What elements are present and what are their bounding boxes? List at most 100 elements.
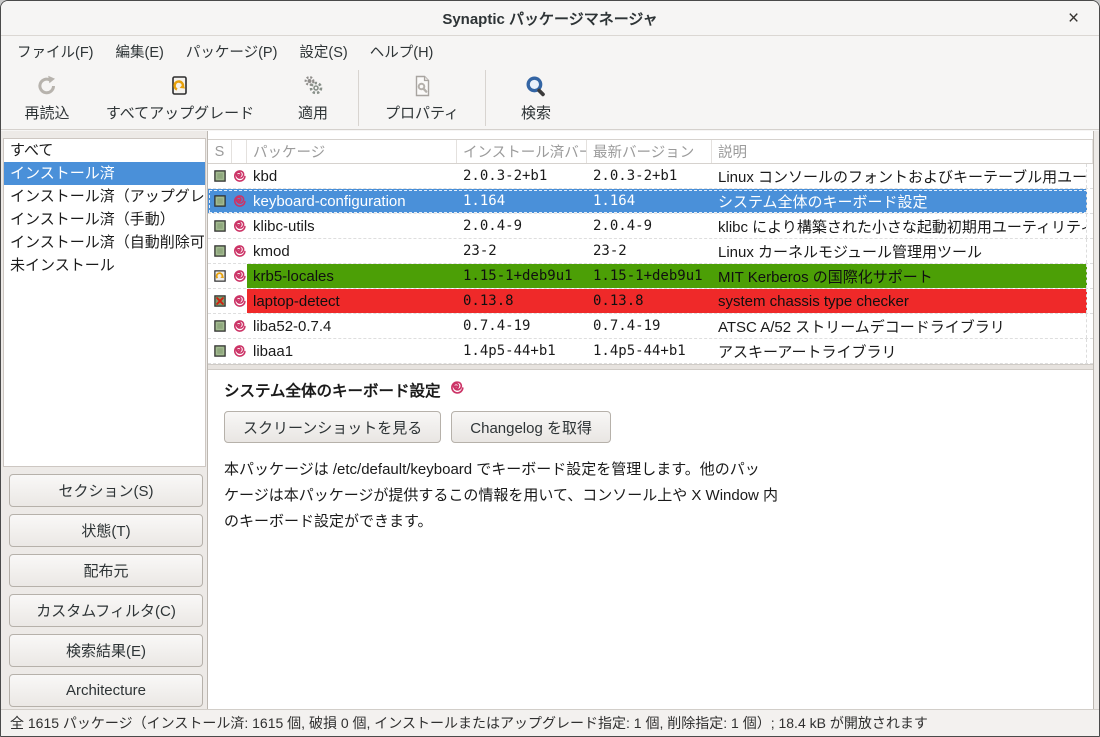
- status-installed-icon: [214, 194, 226, 208]
- package-description: MIT Kerberos の国際化サポート: [712, 264, 1087, 288]
- sidebar-buttons: セクション(S) 状態(T) 配布元カスタムフィルタ(C) 検索結果(E) Archit…: [9, 474, 203, 707]
- package-name: libaa1: [247, 339, 457, 363]
- package-icon-cell: [232, 189, 247, 213]
- status-cell: [208, 339, 232, 363]
- package-table-rows: kbd2.0.3-2+b12.0.3-2+b1Linux コンソールのフォントお…: [208, 164, 1093, 364]
- details-title-row: システム全体のキーボード設定: [224, 379, 1077, 401]
- package-row-liba52-0.7.4[interactable]: liba52-0.7.40.7.4-190.7.4-19ATSC A/52 スト…: [208, 314, 1093, 339]
- debian-swirl-icon: [233, 219, 247, 233]
- upgrade-all-button-label: すべてアップグレード: [106, 102, 254, 123]
- titlebar[interactable]: Synaptic パッケージマネージャ ×: [1, 1, 1099, 36]
- status-installed-icon: [214, 169, 226, 183]
- package-name: liba52-0.7.4: [247, 314, 457, 338]
- menu-edit[interactable]: 編集(E): [105, 36, 175, 66]
- status-installed-icon: [214, 244, 226, 258]
- toolbar: 再読込すべてアップグレード 適用 プロパティ検索: [1, 66, 1099, 130]
- upgrade-all-button[interactable]: すべてアップグレード: [91, 66, 269, 129]
- package-description: klibc により構築された小さな起動初期用ユーティリティ: [712, 214, 1087, 238]
- installed-version: 2.0.3-2+b1: [457, 164, 587, 188]
- filter-installed[interactable]: インストール済: [4, 162, 205, 185]
- col-installed-version[interactable]: インストール済バージョン: [457, 140, 587, 163]
- view-screenshot-button[interactable]: スクリーンショットを見る: [224, 411, 441, 443]
- installed-version: 2.0.4-9: [457, 214, 587, 238]
- package-row-kbd[interactable]: kbd2.0.3-2+b12.0.3-2+b1Linux コンソールのフォントお…: [208, 164, 1093, 189]
- menu-help[interactable]: ヘルプ(H): [359, 36, 445, 66]
- apply-button[interactable]: 適用: [269, 66, 357, 129]
- latest-version: 2.0.3-2+b1: [587, 164, 712, 188]
- upgrade-all-icon: [168, 74, 192, 98]
- status-cell: [208, 289, 232, 313]
- col-status[interactable]: S: [208, 140, 232, 163]
- package-description: アスキーアートライブラリ: [712, 339, 1087, 363]
- package-icon-cell: [232, 164, 247, 188]
- search-results-button[interactable]: 検索結果(E): [9, 634, 203, 667]
- filter-all[interactable]: すべて: [4, 139, 205, 162]
- menubar: ファイル(F)編集(E)パッケージ(P)設定(S)ヘルプ(H): [1, 36, 1099, 66]
- origin-button[interactable]: 配布元: [9, 554, 203, 587]
- debian-swirl-icon: [233, 344, 247, 358]
- status-remove-icon: [214, 294, 226, 308]
- menu-file[interactable]: ファイル(F): [6, 36, 105, 66]
- debian-swirl-icon: [233, 169, 247, 183]
- reload-icon: [35, 74, 59, 98]
- package-description: Linux コンソールのフォントおよびキーテーブル用ユーティリティ: [712, 164, 1087, 188]
- package-icon-cell: [232, 289, 247, 313]
- apply-button-label: 適用: [298, 102, 328, 123]
- latest-version: 1.4p5-44+b1: [587, 339, 712, 363]
- package-row-klibc-utils[interactable]: klibc-utils2.0.4-92.0.4-9klibc により構築された小…: [208, 214, 1093, 239]
- filter-installed-upgradable[interactable]: インストール済（アップグレード可）: [4, 185, 205, 208]
- status-installed-icon: [214, 344, 226, 358]
- architecture-button[interactable]: Architecture: [9, 674, 203, 707]
- details-description: 本パッケージは /etc/default/keyboard でキーボード設定を管…: [224, 457, 1077, 535]
- status-installed-icon: [214, 319, 226, 333]
- package-row-kmod[interactable]: kmod23-223-2Linux カーネルモジュール管理用ツール: [208, 239, 1093, 264]
- package-name: laptop-detect: [247, 289, 457, 313]
- filter-not-installed[interactable]: 未インストール: [4, 254, 205, 277]
- package-table-header: S パッケージインストール済バージョン最新バージョン説明: [208, 140, 1093, 164]
- description-line: 本パッケージは /etc/default/keyboard でキーボード設定を管…: [224, 457, 1077, 483]
- menu-settings[interactable]: 設定(S): [288, 36, 358, 66]
- debian-swirl-icon: [233, 244, 247, 258]
- debian-swirl-icon: [233, 194, 247, 208]
- status-upgrade-icon: [214, 269, 226, 283]
- reload-button[interactable]: 再読込: [3, 66, 91, 129]
- search-button[interactable]: 検索: [487, 66, 585, 129]
- status-installed-icon: [214, 219, 226, 233]
- col-package[interactable]: パッケージ: [247, 140, 457, 163]
- properties-button[interactable]: プロパティ: [360, 66, 484, 129]
- latest-version: 1.15-1+deb9u1: [587, 264, 712, 288]
- package-row-keyboard-configuration[interactable]: keyboard-configuration1.1641.164システム全体のキ…: [208, 189, 1093, 214]
- package-icon-cell: [232, 339, 247, 363]
- col-icon[interactable]: [232, 140, 247, 163]
- debian-swirl-icon: [233, 269, 247, 283]
- latest-version: 0.7.4-19: [587, 314, 712, 338]
- package-row-laptop-detect[interactable]: laptop-detect0.13.80.13.8system chassis …: [208, 289, 1093, 314]
- content: すべてインストール済インストール済（アップグレード可）インストール済（手動）イン…: [1, 131, 1099, 709]
- get-changelog-button[interactable]: Changelog を取得: [451, 411, 611, 443]
- apply-icon: [301, 74, 325, 98]
- filter-installed-autoremovable[interactable]: インストール済（自動削除可能）: [4, 231, 205, 254]
- package-name: kbd: [247, 164, 457, 188]
- custom-filters-button[interactable]: カスタムフィルタ(C): [9, 594, 203, 627]
- col-latest-version[interactable]: 最新バージョン: [587, 140, 712, 163]
- close-icon[interactable]: ×: [1060, 5, 1087, 32]
- package-name: krb5-locales: [247, 264, 457, 288]
- filter-installed-manual[interactable]: インストール済（手動）: [4, 208, 205, 231]
- search-button-label: 検索: [521, 102, 551, 123]
- col-description[interactable]: 説明: [712, 140, 1093, 163]
- installed-version: 0.13.8: [457, 289, 587, 313]
- debian-swirl-icon: [233, 319, 247, 333]
- details-title: システム全体のキーボード設定: [224, 379, 441, 401]
- latest-version: 1.164: [587, 189, 712, 213]
- package-row-krb5-locales[interactable]: krb5-locales1.15-1+deb9u11.15-1+deb9u1MI…: [208, 264, 1093, 289]
- description-line: のキーボード設定ができます。: [224, 509, 1077, 535]
- package-description: システム全体のキーボード設定: [712, 189, 1087, 213]
- search-icon: [524, 74, 549, 99]
- package-row-libaa1[interactable]: libaa11.4p5-44+b11.4p5-44+b1アスキーアートライブラリ: [208, 339, 1093, 364]
- sections-button[interactable]: セクション(S): [9, 474, 203, 507]
- status-bar: 全 1615 パッケージ（インストール済: 1615 個, 破損 0 個, イン…: [1, 709, 1099, 736]
- menu-package[interactable]: パッケージ(P): [175, 36, 289, 66]
- status-button[interactable]: 状態(T): [9, 514, 203, 547]
- package-name: keyboard-configuration: [247, 189, 457, 213]
- status-text: 全 1615 パッケージ（インストール済: 1615 個, 破損 0 個, イン…: [10, 713, 928, 733]
